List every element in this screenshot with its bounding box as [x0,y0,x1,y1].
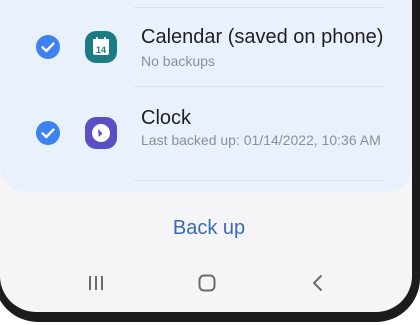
item-title: Calendar (saved on phone) [141,26,384,48]
home-icon[interactable] [185,260,229,304]
backup-items-card: 14 Calendar (saved on phone) No backups [0,0,412,192]
clock-icon [85,117,117,149]
navigation-bar [0,260,412,304]
item-subtitle: No backups [141,53,215,69]
list-divider [134,180,384,181]
checked-checkbox-icon[interactable] [36,121,60,145]
back-icon[interactable] [296,260,340,304]
calendar-date-text: 14 [96,45,106,55]
item-subtitle: Last backed up: 01/14/2022, 10:36 AM [141,132,381,148]
recents-icon[interactable] [74,260,118,304]
back-up-button[interactable]: Back up [150,212,268,244]
checked-checkbox-icon[interactable] [36,35,60,59]
backup-item-clock[interactable]: Clock Last backed up: 01/14/2022, 10:36 … [0,87,412,181]
calendar-icon: 14 [85,31,117,63]
phone-screen: 14 Calendar (saved on phone) No backups [0,0,412,312]
screenshot-frame: 14 Calendar (saved on phone) No backups [0,0,420,325]
item-title: Clock [141,107,192,129]
backup-item-calendar[interactable]: 14 Calendar (saved on phone) No backups [0,8,412,86]
